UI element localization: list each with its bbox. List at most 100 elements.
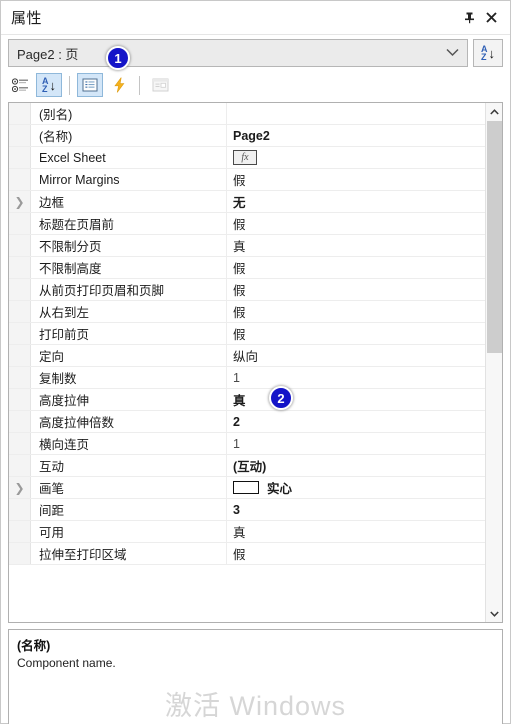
az-letter-bottom: Z [42,84,48,94]
description-text: Component name. [17,656,116,670]
pin-icon[interactable] [458,7,480,29]
table-row[interactable]: 不限制高度假 [9,257,502,279]
property-value-text: 实心 [267,482,293,496]
table-row[interactable]: Mirror Margins 假 [9,169,502,191]
table-row[interactable]: 高度拉伸倍数 2 [9,411,502,433]
property-name-cell: 标题在页眉前 [31,213,227,234]
expander-cell[interactable]: ❯ [9,191,31,212]
property-value-cell[interactable]: 2 [227,411,502,432]
alphabetical-view-button[interactable]: A Z ↓ [36,73,62,97]
categorized-icon [11,77,28,92]
table-row[interactable]: ❯ 画笔 实心 [9,477,502,499]
gutter-cell [9,455,31,476]
scrollbar-thumb[interactable] [487,121,502,353]
property-name-cell: 从右到左 [31,301,227,322]
table-row[interactable]: (名称) Page2 [9,125,502,147]
property-name-cell: 不限制高度 [31,257,227,278]
table-row[interactable]: 从右到左假 [9,301,502,323]
property-value-cell[interactable]: 无 [227,191,502,212]
table-row[interactable]: 从前页打印页眉和页脚假 [9,279,502,301]
property-value-cell[interactable]: 假 [227,301,502,322]
panel-titlebar: 属性 [1,1,510,35]
property-value-cell[interactable]: 纵向 [227,345,502,366]
formula-fx-button[interactable]: fx [233,150,257,165]
events-button[interactable] [106,73,132,97]
pen-style-swatch[interactable] [233,481,259,494]
table-row[interactable]: 标题在页眉前假 [9,213,502,235]
callout-badge-1: 1 [106,46,130,70]
sort-letter-bottom: Z [481,52,487,62]
sort-az-icon: A Z ↓ [481,45,496,62]
property-value-cell[interactable]: 假 [227,543,502,564]
toolbar-separator [139,75,140,95]
table-row[interactable]: (别名) [9,103,502,125]
property-value-cell[interactable]: 1 [227,367,502,388]
property-name-cell: 高度拉伸倍数 [31,411,227,432]
sort-arrow-icon: ↓ [488,45,496,61]
table-row[interactable]: 横向连页 1 [9,433,502,455]
callout-badge-2: 2 [269,386,293,410]
gutter-cell [9,301,31,322]
table-row[interactable]: 复制数 1 [9,367,502,389]
table-row[interactable]: 打印前页假 [9,323,502,345]
property-name-cell: 高度拉伸 [31,389,227,410]
property-name-cell: 画笔 [31,477,227,498]
property-value-cell[interactable] [227,103,502,124]
chevron-up-icon[interactable] [486,103,502,120]
gutter-cell [9,389,31,410]
lightning-icon [113,77,124,93]
property-value-cell[interactable]: 1 [227,433,502,454]
table-row[interactable]: 间距 3 [9,499,502,521]
table-row[interactable]: 定向 纵向 [9,345,502,367]
property-name-cell: 定向 [31,345,227,366]
table-row[interactable]: 可用真 [9,521,502,543]
property-name-cell: (名称) [31,125,227,146]
gutter-cell [9,345,31,366]
property-grid: (别名) (名称) Page2 Excel Sheet fx Mirror Margins… [8,102,503,623]
properties-panel: 属性 Page2 : 页 A Z ↓ A Z ↓ (别名) (名称) Page2… [0,0,511,724]
property-value-cell[interactable]: (互动) [227,455,502,476]
property-value-cell[interactable]: fx [227,147,502,168]
property-name-cell: 可用 [31,521,227,542]
property-value-cell[interactable]: 3 [227,499,502,520]
property-value-cell[interactable]: 假 [227,169,502,190]
sort-alphabetical-button[interactable]: A Z ↓ [473,39,503,67]
table-row[interactable]: 拉伸至打印区域假 [9,543,502,565]
chevron-down-icon[interactable] [486,605,502,622]
expander-cell[interactable]: ❯ [9,477,31,498]
property-value-cell[interactable]: 假 [227,257,502,278]
property-window-button[interactable] [147,73,173,97]
table-row[interactable]: 互动 (互动) [9,455,502,477]
gutter-cell [9,323,31,344]
description-pane: (名称) Component name. [8,629,503,724]
property-name-cell: Mirror Margins [31,169,227,190]
property-value-cell[interactable]: 假 [227,213,502,234]
table-row[interactable]: 不限制分页真 [9,235,502,257]
property-value-cell[interactable]: Page2 [227,125,502,146]
close-icon[interactable] [480,7,502,29]
table-row[interactable]: ❯ 边框无 [9,191,502,213]
property-name-cell: Excel Sheet [31,147,227,168]
property-page-icon [82,78,98,92]
property-value-cell[interactable]: 假 [227,323,502,344]
gutter-cell [9,411,31,432]
property-pages-button[interactable] [77,73,103,97]
sort-az-icon: A Z ↓ [42,77,56,94]
table-row[interactable]: Excel Sheet fx [9,147,502,169]
property-value-cell[interactable]: 实心 [227,477,502,498]
property-value-cell[interactable]: 真 [227,235,502,256]
gutter-cell [9,279,31,300]
chevron-right-icon[interactable]: ❯ [14,482,24,494]
gutter-cell [9,125,31,146]
chevron-right-icon[interactable]: ❯ [14,196,24,208]
categorized-view-button[interactable] [7,73,33,97]
table-row[interactable]: 高度拉伸真 [9,389,502,411]
property-value-cell[interactable]: 假 [227,279,502,300]
gutter-cell [9,235,31,256]
description-title: (名称) [17,639,51,653]
property-value-cell[interactable]: 真 [227,521,502,542]
chevron-down-icon[interactable] [446,44,459,62]
object-selector-combobox[interactable]: Page2 : 页 [8,39,468,67]
vertical-scrollbar[interactable] [485,103,502,622]
property-name-cell: (别名) [31,103,227,124]
